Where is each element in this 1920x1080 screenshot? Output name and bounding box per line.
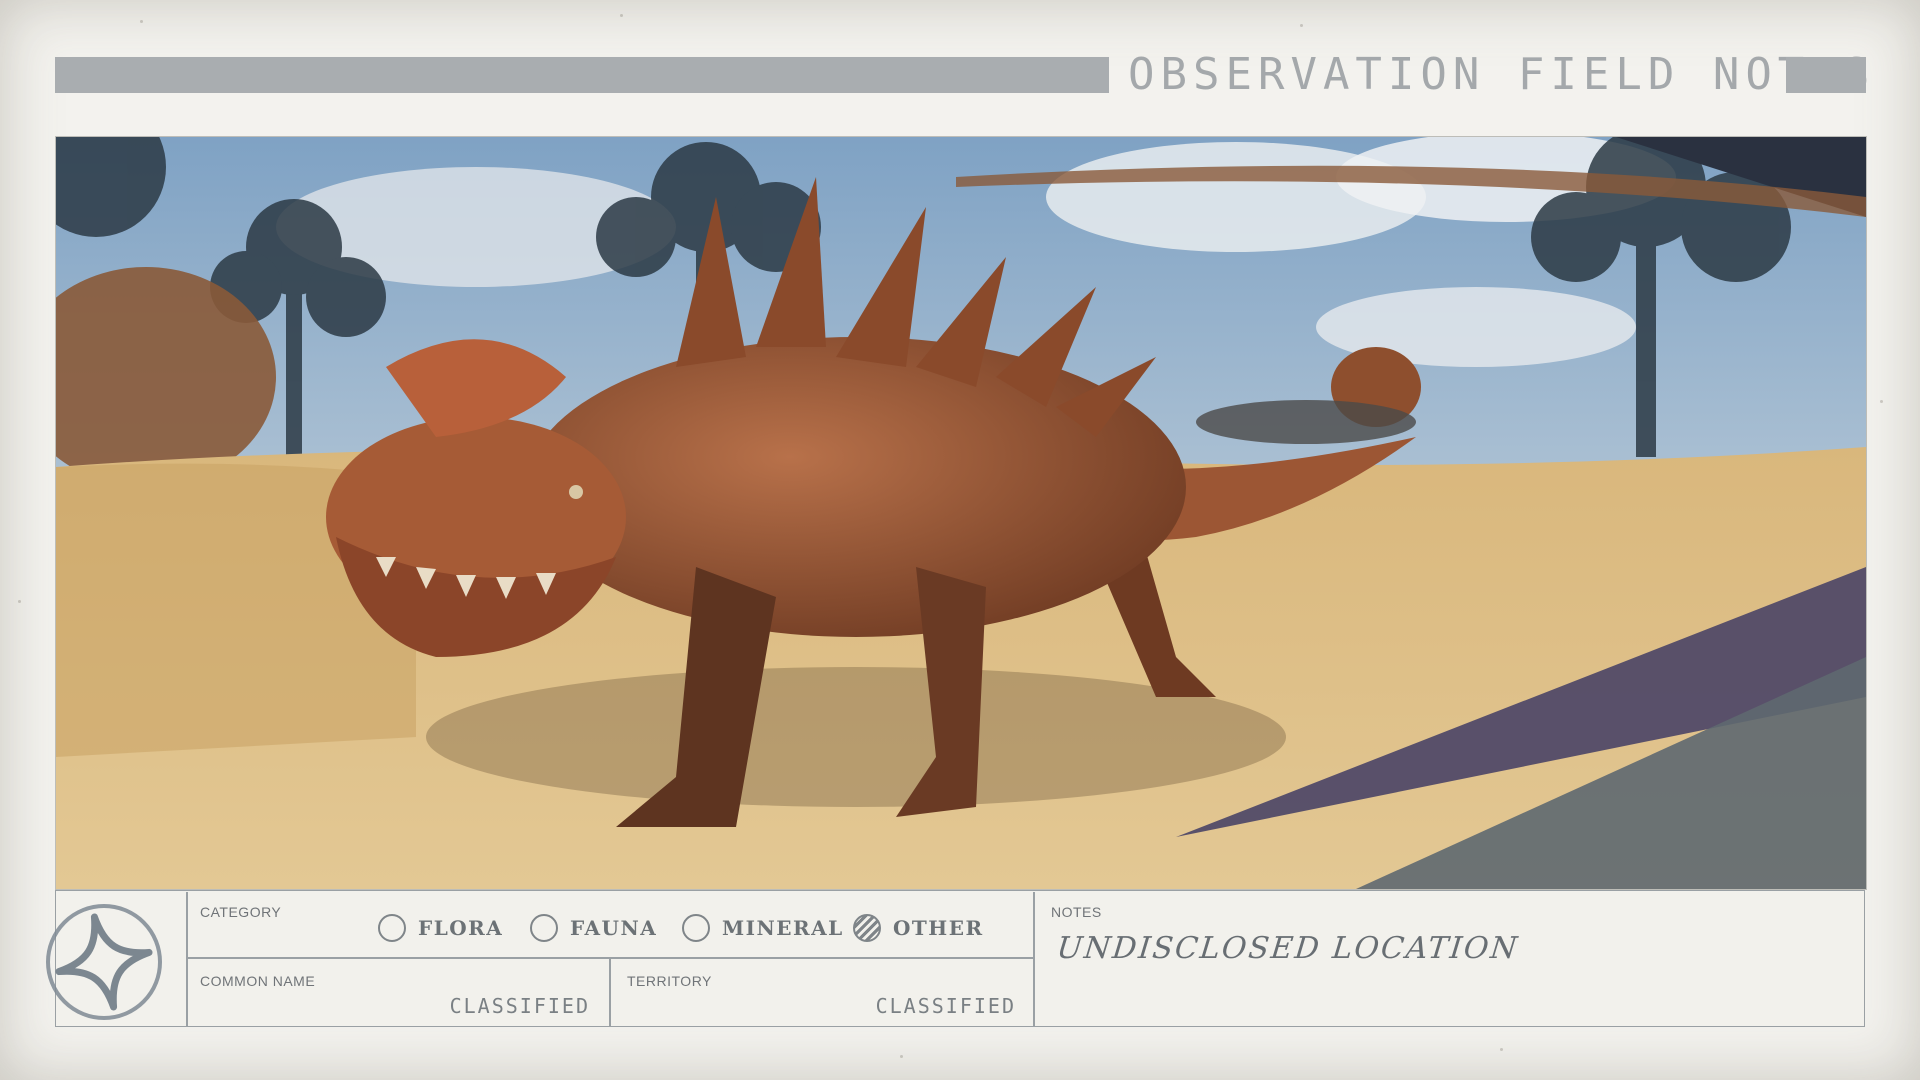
- option-label-flora: FLORA: [418, 916, 504, 940]
- paper-speck: [1300, 24, 1303, 27]
- option-label-mineral: MINERAL: [722, 916, 844, 940]
- paper-speck: [900, 1055, 903, 1058]
- category-option-other[interactable]: OTHER: [853, 911, 984, 945]
- header-bar-left: [55, 57, 1109, 93]
- page-title: OBSERVATION FIELD NOTES: [1128, 49, 1876, 100]
- four-point-star-seal-icon: [46, 904, 162, 1020]
- common-name-value: CLASSIFIED: [449, 994, 590, 1018]
- category-option-fauna[interactable]: FAUNA: [530, 911, 657, 945]
- divider-notes: [1033, 892, 1035, 1027]
- paper-speck: [1880, 400, 1883, 403]
- radio-fauna[interactable]: [530, 914, 558, 942]
- paper-speck: [620, 14, 623, 17]
- divider-name-territory: [609, 957, 611, 1027]
- divider-emblem: [186, 892, 188, 1027]
- paper-speck: [18, 600, 21, 603]
- creature-photo-illustration: [56, 137, 1866, 889]
- field-notes-card: OBSERVATION FIELD NOTES CATEGORY FLORA F…: [0, 0, 1920, 1080]
- paper-speck: [140, 20, 143, 23]
- option-label-fauna: FAUNA: [570, 916, 658, 940]
- header-bar-right: [1786, 57, 1866, 93]
- paper-speck: [1500, 1048, 1503, 1051]
- territory-value: CLASSIFIED: [875, 994, 1016, 1018]
- radio-flora[interactable]: [378, 914, 406, 942]
- creature-photo: [55, 136, 1867, 890]
- notes-value: UNDISCLOSED LOCATION: [1055, 931, 1521, 966]
- category-option-mineral[interactable]: MINERAL: [682, 911, 844, 945]
- territory-label: TERRITORY: [627, 973, 712, 989]
- radio-other-selected[interactable]: [853, 914, 881, 942]
- option-label-other: OTHER: [893, 916, 984, 940]
- common-name-label: COMMON NAME: [200, 973, 316, 989]
- category-label: CATEGORY: [200, 904, 282, 920]
- notes-label: NOTES: [1051, 904, 1102, 920]
- radio-mineral[interactable]: [682, 914, 710, 942]
- category-option-flora[interactable]: FLORA: [378, 911, 503, 945]
